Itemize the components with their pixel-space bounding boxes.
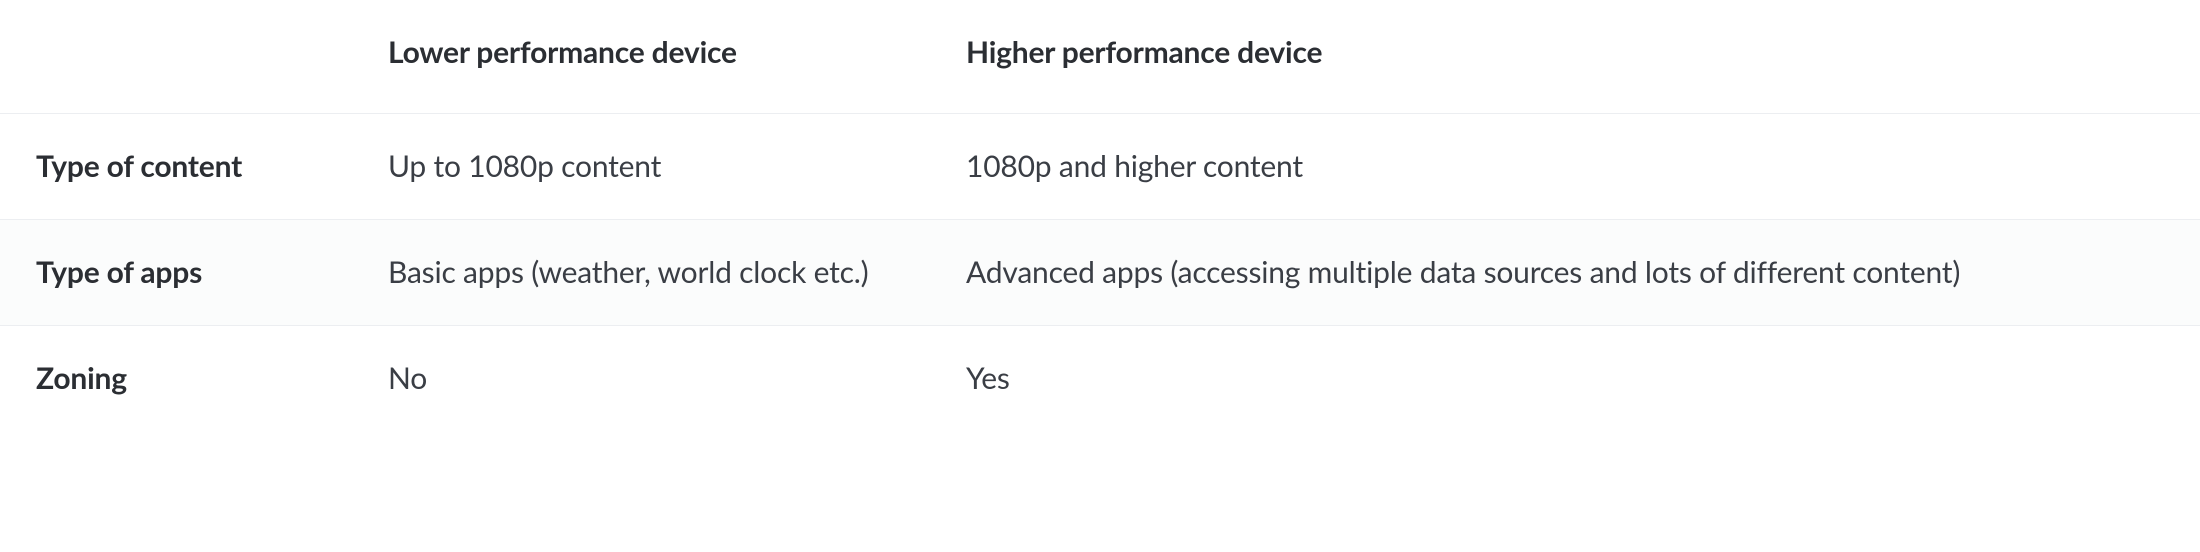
row-label: Zoning [0, 326, 388, 432]
table-header-lower: Lower performance device [388, 0, 966, 114]
cell-lower: Up to 1080p content [388, 114, 966, 220]
cell-higher: Advanced apps (accessing multiple data s… [966, 220, 2200, 326]
comparison-table: Lower performance device Higher performa… [0, 0, 2200, 431]
table-header-empty [0, 0, 388, 114]
table-header-row: Lower performance device Higher performa… [0, 0, 2200, 114]
table-row: Type of content Up to 1080p content 1080… [0, 114, 2200, 220]
cell-higher: 1080p and higher content [966, 114, 2200, 220]
table-row: Type of apps Basic apps (weather, world … [0, 220, 2200, 326]
cell-lower: Basic apps (weather, world clock etc.) [388, 220, 966, 326]
row-label: Type of apps [0, 220, 388, 326]
table-row: Zoning No Yes [0, 326, 2200, 432]
cell-lower: No [388, 326, 966, 432]
table-header-higher: Higher performance device [966, 0, 2200, 114]
row-label: Type of content [0, 114, 388, 220]
cell-higher: Yes [966, 326, 2200, 432]
